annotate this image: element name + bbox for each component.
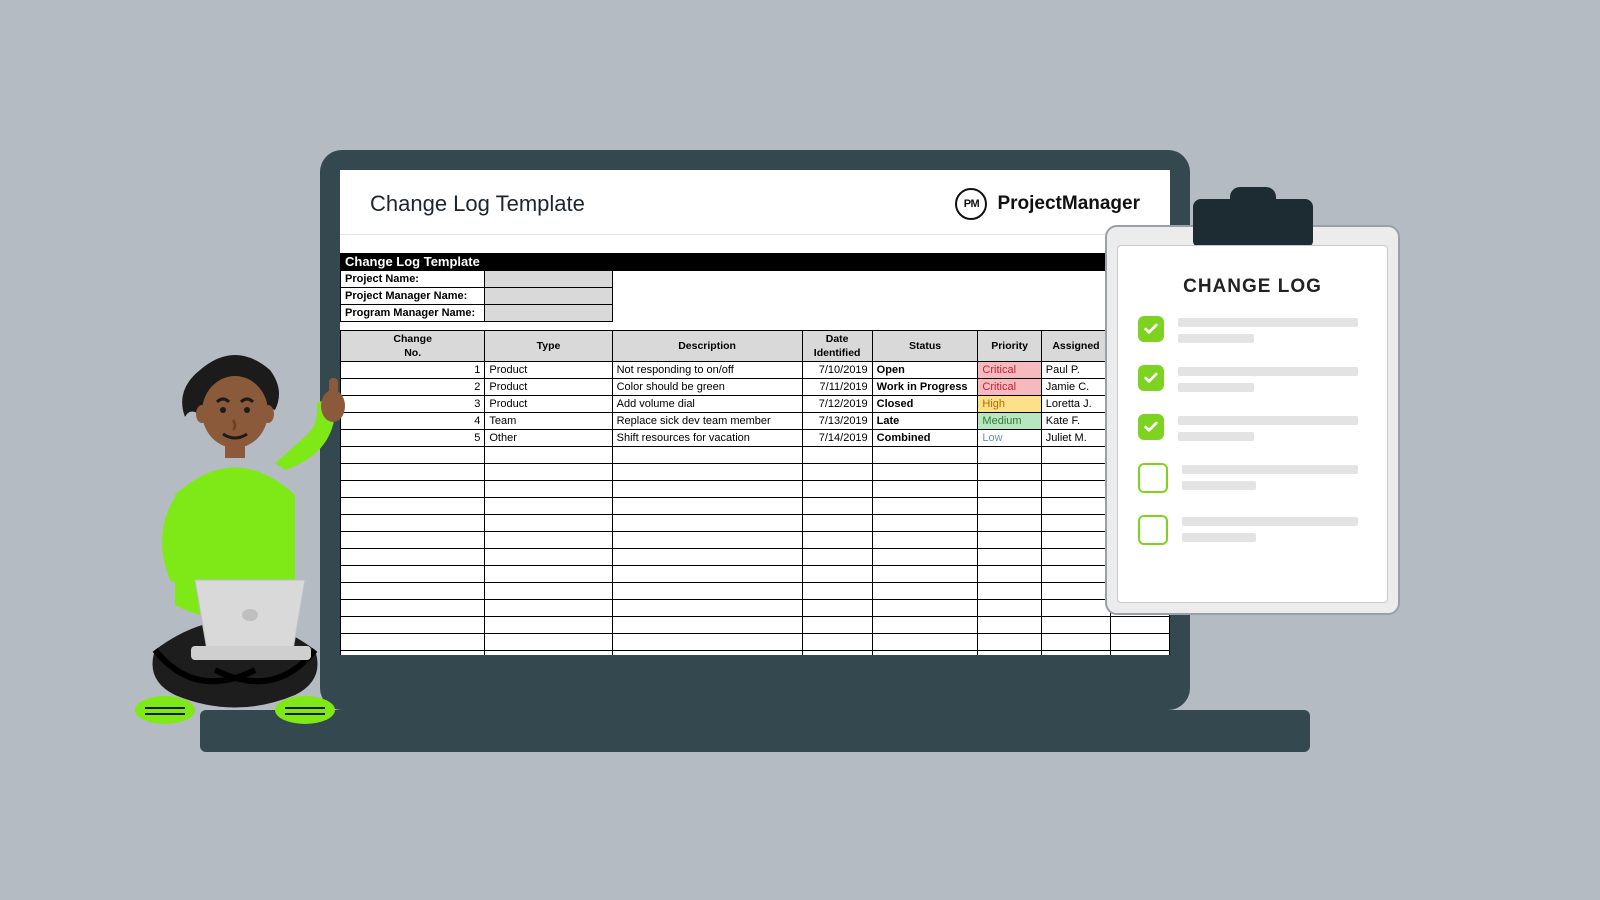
person-illustration	[95, 350, 375, 770]
table-row	[341, 498, 1170, 515]
clipboard-clip-icon	[1193, 199, 1313, 247]
table-row	[341, 515, 1170, 532]
clipboard-item	[1138, 414, 1367, 441]
checkbox-checked-icon	[1138, 316, 1164, 342]
clipboard-item	[1138, 515, 1367, 545]
table-row	[341, 481, 1170, 498]
table-row	[341, 464, 1170, 481]
clipboard-title: CHANGE LOG	[1138, 276, 1367, 298]
change-log-table: Change Log TemplateProject Name:Project …	[340, 253, 1170, 655]
table-row: 4TeamReplace sick dev team member7/13/20…	[341, 413, 1170, 430]
clipboard-item	[1138, 365, 1367, 392]
table-row	[341, 651, 1170, 656]
meta-row: Project Manager Name:	[341, 288, 1170, 305]
checkbox-unchecked-icon	[1138, 515, 1168, 545]
checkbox-checked-icon	[1138, 365, 1164, 391]
brand-name: ProjectManager	[997, 193, 1140, 215]
meta-row: Project Name:	[341, 271, 1170, 288]
table-row	[341, 549, 1170, 566]
clipboard-item	[1138, 316, 1367, 343]
brand-logo-icon: PM	[955, 188, 987, 220]
checkbox-checked-icon	[1138, 414, 1164, 440]
sheet-title: Change Log Template	[341, 254, 1170, 271]
table-row	[341, 634, 1170, 651]
laptop-illustration: Change Log Template PM ProjectManager Ch…	[320, 150, 1190, 710]
clipboard-illustration: CHANGE LOG	[1105, 225, 1400, 615]
table-row: 1ProductNot responding to on/off7/10/201…	[341, 362, 1170, 379]
brand: PM ProjectManager	[955, 188, 1140, 220]
checkbox-unchecked-icon	[1138, 463, 1168, 493]
table-row	[341, 566, 1170, 583]
table-row	[341, 583, 1170, 600]
table-row	[341, 532, 1170, 549]
table-header-row: ChangeNo.TypeDescriptionDateIdentifiedSt…	[341, 331, 1170, 362]
table-row: 2ProductColor should be green7/11/2019Wo…	[341, 379, 1170, 396]
page-title: Change Log Template	[370, 191, 585, 217]
table-row	[341, 600, 1170, 617]
laptop-screen: Change Log Template PM ProjectManager Ch…	[340, 170, 1170, 655]
meta-row: Program Manager Name:	[341, 305, 1170, 322]
table-row: 3ProductAdd volume dial7/12/2019ClosedHi…	[341, 396, 1170, 413]
document-header: Change Log Template PM ProjectManager	[340, 170, 1170, 235]
table-row	[341, 447, 1170, 464]
clipboard-item	[1138, 463, 1367, 493]
table-row: 5OtherShift resources for vacation7/14/2…	[341, 430, 1170, 447]
table-row	[341, 617, 1170, 634]
